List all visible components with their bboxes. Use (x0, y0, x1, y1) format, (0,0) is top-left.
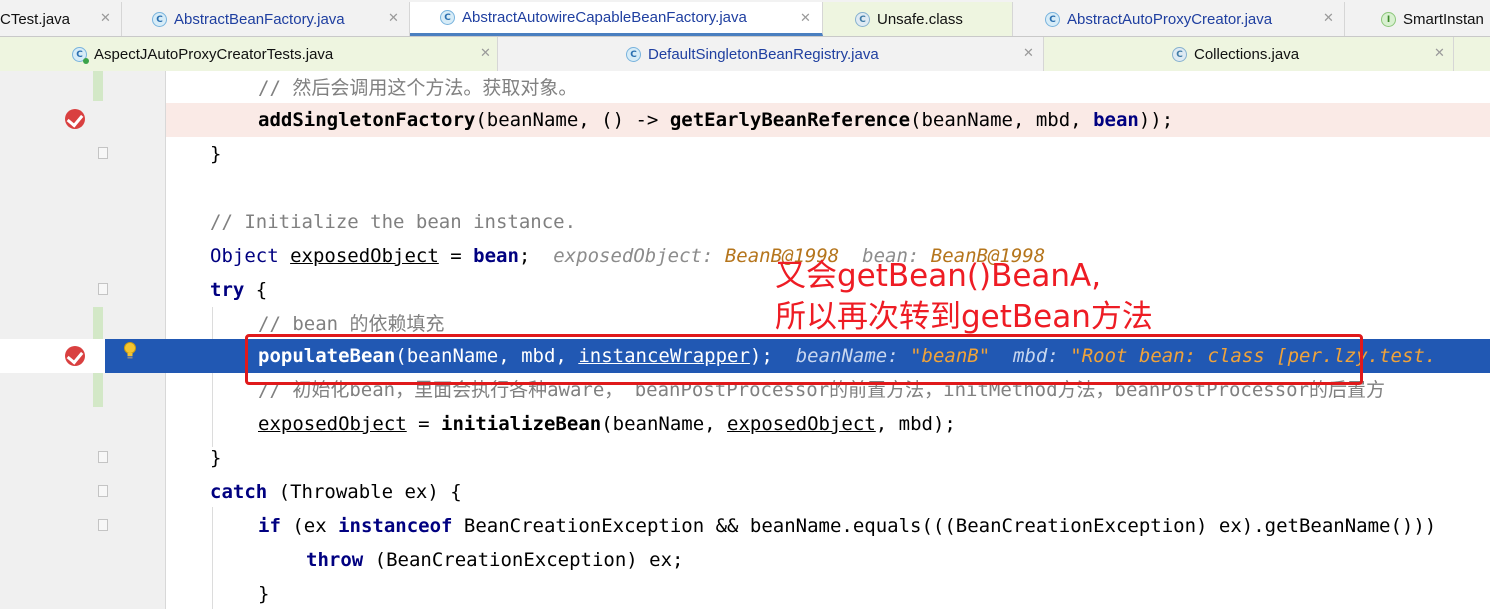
close-icon[interactable]: ✕ (1023, 46, 1034, 61)
tab-aspectj-auto-proxy-creator-tests[interactable]: C AspectJAutoProxyCreatorTests.java ✕ (0, 37, 498, 71)
code-line: // Initialize the bean instance. (0, 205, 1490, 239)
close-icon[interactable]: ✕ (100, 11, 111, 26)
test-class-icon: C (72, 46, 89, 64)
class-icon: C (1045, 11, 1060, 27)
tab-label: AspectJAutoProxyCreatorTests.java (94, 45, 334, 63)
tab-label: AbstractAutoProxyCreator.java (1067, 10, 1273, 28)
code-token: BeanCreationException && beanName.equals… (452, 515, 1437, 537)
code-token: = (406, 413, 442, 435)
code-text: throw (BeanCreationException) ex; (306, 549, 684, 571)
comment: // Initialize the bean instance. (210, 211, 577, 233)
code-token: ; (518, 245, 531, 267)
code-token: (Throwable ex) { (267, 481, 462, 503)
interface-icon: I (1381, 11, 1396, 27)
tab-smart-instantiation[interactable]: I SmartInstan (1345, 2, 1490, 36)
code-text: } (210, 447, 222, 469)
code-token: = (438, 245, 474, 267)
code-text: catch (Throwable ex) { (210, 481, 462, 503)
code-token: (ex (280, 515, 339, 537)
tab-abstract-auto-proxy-creator[interactable]: C AbstractAutoProxyCreator.java ✕ (1013, 2, 1345, 36)
tab-label: SmartInstan (1403, 10, 1484, 28)
field-ref: bean (1093, 109, 1139, 131)
code-token: (beanName, mbd, (910, 109, 1094, 131)
code-line: } (0, 577, 1490, 609)
tab-collections[interactable]: C Collections.java ✕ (1044, 37, 1454, 71)
tab-unsafe-class[interactable]: C Unsafe.class (823, 2, 1013, 36)
method-call: getEarlyBeanReference (669, 109, 911, 131)
tab-default-singleton-bean-registry[interactable]: C DefaultSingletonBeanRegistry.java ✕ (498, 37, 1044, 71)
code-text: } (258, 583, 270, 605)
variable: exposedObject (290, 245, 439, 267)
editor-tabs-row-2: C AspectJAutoProxyCreatorTests.java ✕ C … (0, 37, 1490, 72)
inline-debug-hint: exposedObject: (553, 245, 725, 267)
tab-abstract-autowire-capable-bean-factory[interactable]: C AbstractAutowireCapableBeanFactory.jav… (410, 2, 823, 36)
keyword: throw (306, 549, 364, 571)
code-line: catch (Throwable ex) { (0, 475, 1490, 509)
method-call: addSingletonFactory (258, 109, 476, 131)
editor-tabs-row-1: CTest.java ✕ C AbstractBeanFactory.java … (0, 2, 1490, 37)
tab-overflow[interactable] (1454, 37, 1490, 71)
breakpoint-icon[interactable] (65, 346, 85, 366)
tab-label: AbstractBeanFactory.java (174, 10, 345, 28)
close-icon[interactable]: ✕ (388, 11, 399, 26)
tab-label: AbstractAutowireCapableBeanFactory.java (462, 9, 747, 26)
variable: exposedObject (258, 413, 407, 435)
code-text: addSingletonFactory(beanName, () -> getE… (258, 109, 1173, 131)
tab-ctest[interactable]: CTest.java ✕ (0, 2, 122, 36)
class-icon: C (626, 46, 641, 62)
code-line: } (0, 137, 1490, 171)
code-line: exposedObject = initializeBean(beanName,… (0, 407, 1490, 441)
tab-label: Unsafe.class (877, 10, 963, 28)
close-icon[interactable]: ✕ (480, 46, 491, 61)
field-ref: bean (473, 245, 519, 267)
close-icon[interactable]: ✕ (1323, 11, 1334, 26)
tab-label: DefaultSingletonBeanRegistry.java (648, 45, 879, 63)
code-line: if (ex instanceof BeanCreationException … (0, 509, 1490, 543)
code-line: Object exposedObject = bean; exposedObje… (0, 239, 1490, 273)
annotation-text: 所以再次转到getBean方法 (775, 299, 1153, 335)
comment: // 然后会调用这个方法。获取对象。 (258, 77, 578, 99)
code-line: throw (BeanCreationException) ex; (0, 543, 1490, 577)
type-name: Object (210, 245, 279, 267)
keyword: try (210, 279, 245, 301)
keyword: if (258, 515, 281, 537)
code-token: { (244, 279, 268, 301)
compiled-class-icon: C (1172, 46, 1187, 62)
code-token: , mbd); (875, 413, 956, 435)
code-text: } (210, 143, 222, 165)
code-token: (beanName, () -> (475, 109, 670, 131)
lightbulb-icon[interactable] (123, 342, 137, 360)
code-line: } (0, 441, 1490, 475)
gutter-current-line (0, 339, 105, 373)
code-line: try { (0, 273, 1490, 307)
tab-label: Collections.java (1194, 45, 1300, 63)
breakpoint-icon[interactable] (65, 109, 85, 129)
class-icon: C (152, 11, 167, 27)
annotation-highlight-box (245, 334, 1363, 385)
keyword: catch (210, 481, 268, 503)
close-icon[interactable]: ✕ (800, 11, 811, 26)
code-token: )); (1138, 109, 1174, 131)
code-token: (BeanCreationException) ex; (363, 549, 684, 571)
method-call: initializeBean (441, 413, 602, 435)
comment: // bean 的依赖填充 (258, 313, 445, 335)
compiled-class-icon: C (855, 11, 870, 27)
class-icon: C (440, 10, 455, 25)
code-text: try { (210, 279, 267, 301)
keyword: instanceof (338, 515, 453, 537)
code-text: exposedObject = initializeBean(beanName,… (258, 413, 956, 435)
tab-label: CTest.java (0, 10, 71, 28)
code-token: (beanName, (601, 413, 728, 435)
code-line-breakpoint: addSingletonFactory(beanName, () -> getE… (0, 103, 1490, 137)
variable: exposedObject (727, 413, 876, 435)
tab-abstract-bean-factory[interactable]: C AbstractBeanFactory.java ✕ (122, 2, 410, 36)
annotation-text: 又会getBean()BeanA, (775, 258, 1102, 294)
code-line: // 然后会调用这个方法。获取对象。 (0, 71, 1490, 105)
code-text: if (ex instanceof BeanCreationException … (258, 515, 1436, 537)
close-icon[interactable]: ✕ (1434, 46, 1445, 61)
